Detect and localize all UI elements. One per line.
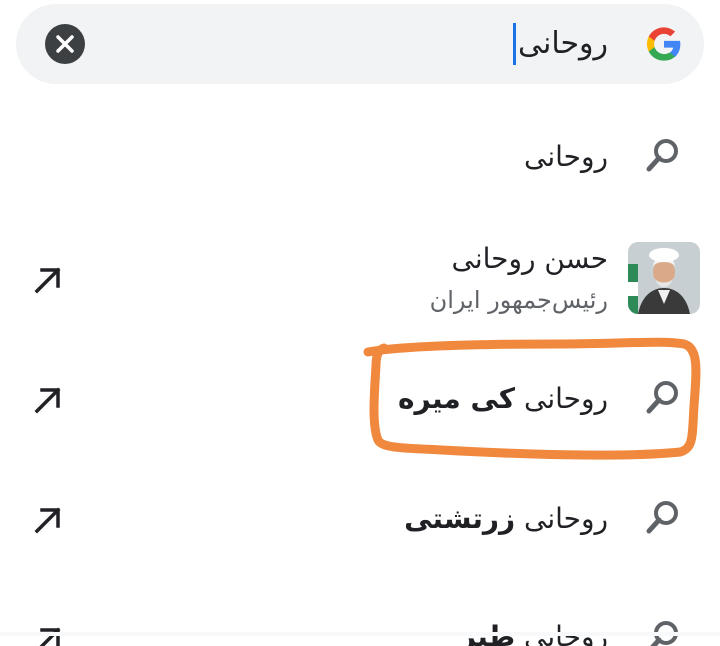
search-icon: [646, 139, 678, 172]
search-icon: [646, 501, 678, 534]
search-bar[interactable]: روحانی: [16, 4, 704, 84]
search-input[interactable]: روحانی: [512, 22, 608, 66]
arrow-up-left-fill-icon[interactable]: [32, 504, 62, 534]
suggestion-completion: زرتشتی: [404, 502, 516, 535]
entity-suggestion-row[interactable]: حسن روحانی رئیس‌جمهور ایران: [0, 228, 720, 328]
suggestion-row[interactable]: روحانی: [0, 110, 720, 206]
person-photo-icon: [628, 242, 700, 314]
clear-button[interactable]: [45, 24, 85, 64]
close-icon: [56, 35, 74, 53]
search-suggestions-screen: روحانی روحانی: [0, 0, 720, 646]
suggestion-prefix: روحانی: [523, 502, 608, 535]
avatar: [628, 242, 700, 314]
text-caret: [512, 23, 516, 65]
search-query-text: روحانی: [517, 26, 608, 61]
google-g-logo-icon: [646, 27, 681, 61]
suggestion-row[interactable]: روحانی زرتشتی: [0, 472, 720, 568]
arrow-up-left-fill-icon[interactable]: [32, 384, 62, 414]
suggestion-row[interactable]: روحانی طنز: [0, 592, 720, 646]
hand-drawn-highlight: [363, 337, 701, 460]
suggestion-text: روحانی زرتشتی: [404, 502, 608, 535]
arrow-up-left-fill-icon[interactable]: [32, 264, 62, 294]
entity-title: حسن روحانی: [451, 242, 608, 275]
divider: [0, 632, 720, 636]
entity-subtitle: رئیس‌جمهور ایران: [429, 286, 608, 314]
suggestion-text: روحانی: [523, 140, 608, 173]
